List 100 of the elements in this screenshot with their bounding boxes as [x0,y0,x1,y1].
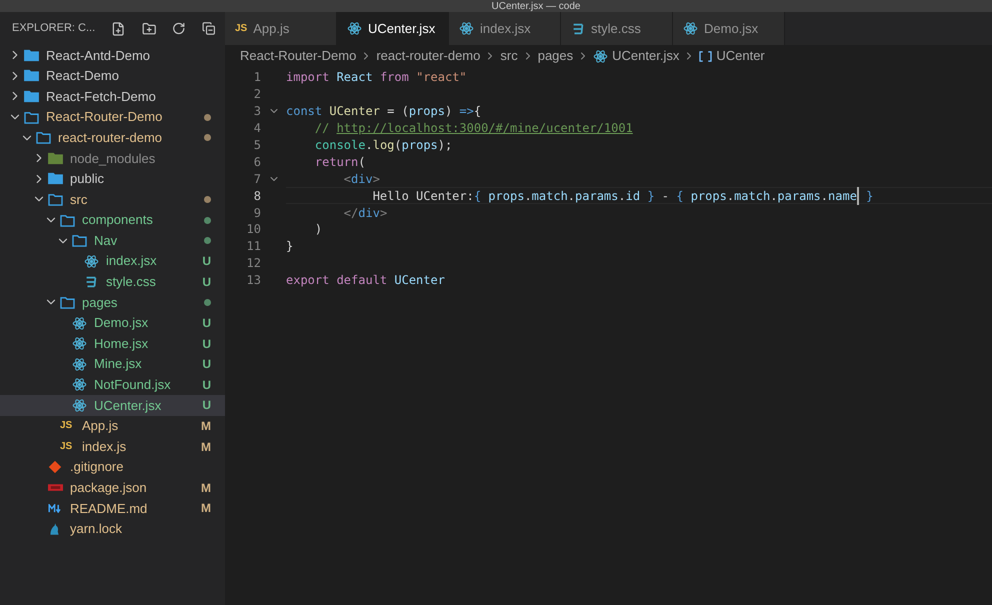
git-status: U [202,376,211,394]
breadcrumb-item[interactable]: UCenter.jsx [612,46,680,66]
atom-icon [72,398,87,413]
code-line: // http://localhost:3000/#/mine/ucenter/1001 [314,120,634,137]
atom-icon [593,48,608,64]
breadcrumb-item[interactable]: src [500,46,518,66]
tree-item[interactable]: yarn.lock [0,518,225,540]
refresh-icon[interactable] [172,21,186,36]
tree-item[interactable]: pages [0,292,225,313]
git-status: U [202,253,211,270]
folder-icon [36,131,51,144]
js-file-icon: JS [60,420,72,431]
tree-item[interactable]: package.json M [0,477,225,498]
editor-tab[interactable]: UCenter.jsx [337,12,449,45]
editor-tab[interactable]: Demo.jsx [673,12,785,45]
tree-item[interactable]: React-Fetch-Demo [0,86,225,107]
git-status: U [202,274,211,291]
tree-item[interactable]: React-Antd-Demo [0,45,225,66]
file-name: src [70,190,88,209]
package-icon [48,484,63,492]
new-folder-icon[interactable] [142,20,156,36]
collapse-icon[interactable] [202,21,216,36]
markdown-icon [48,504,63,513]
file-name: App.js [82,417,118,436]
breadcrumb-item[interactable]: react-router-demo [376,46,480,66]
line-number: 3 [252,103,261,120]
code-line: console.log(props); [314,137,454,154]
tree-item[interactable]: Home.jsx U [0,333,225,354]
git-status: U [202,315,211,332]
tree-item[interactable]: react-router-demo [0,127,225,148]
tree-item[interactable]: public [0,168,225,190]
line-number: 4 [252,120,261,138]
tree-item[interactable]: node_modules [0,148,225,169]
file-name: NotFound.jsx [94,376,171,394]
line-number: 7 [252,170,261,188]
folder-icon [60,296,75,309]
editor-tab[interactable]: index.jsx [449,12,561,45]
file-name: style.css [106,273,156,292]
file-name: package.json [70,479,147,498]
file-name: UCenter.jsx [94,396,162,415]
file-name: React-Antd-Demo [46,46,150,65]
folder-icon [60,214,75,227]
explorer-title: EXPLORER: C... [12,21,96,36]
tree-item[interactable]: JS App.js M [0,416,225,436]
code-line: </div> [342,204,388,222]
code-line: import React from "react" [286,69,468,86]
atom-icon [84,254,99,269]
tree-item[interactable]: Nav [0,230,225,251]
breadcrumb-item[interactable]: UCenter [716,46,765,66]
git-status: U [202,336,211,353]
line-number: 5 [252,137,261,154]
tree-item[interactable]: components [0,210,225,230]
tree-item[interactable]: Demo.jsx U [0,312,225,334]
file-name: pages [82,294,118,312]
line-number: 11 [246,238,261,256]
git-status: U [202,356,211,374]
css-file-icon [571,22,585,36]
js-file-icon: JS [235,24,248,34]
new-file-icon[interactable] [111,20,126,36]
editor-tab[interactable]: JS App.js [225,12,337,45]
file-name: Demo.jsx [94,314,148,332]
atom-icon [72,377,87,392]
git-status: M [201,500,211,518]
tree-item[interactable]: React-Demo [0,66,225,86]
tree-item[interactable]: src [0,189,225,210]
git-status: U [202,397,211,414]
tree-item[interactable]: README.md M [0,498,225,519]
tree-item[interactable]: Mine.jsx U [0,354,225,374]
code-line: return( [314,154,366,170]
folder-icon [48,192,63,206]
code-line: ) [314,221,324,238]
file-name: node_modules [70,150,156,168]
atom-icon [72,336,87,352]
atom-icon [72,316,87,331]
tree-item[interactable]: index.jsx U [0,250,225,272]
tree-item[interactable]: JS index.js M [0,436,225,457]
breadcrumb-item[interactable]: React-Router-Demo [240,46,356,66]
atom-icon [683,21,698,36]
file-name: components [82,211,153,230]
line-number: 9 [252,204,261,222]
js-file-icon: JS [60,442,72,452]
line-number: 12 [246,255,261,272]
tree-item[interactable]: NotFound.jsx U [0,374,225,396]
line-number: 2 [252,86,261,104]
brackets-icon [699,50,712,62]
code-line: const UCenter = (props) =>{ [286,103,482,120]
file-name: Home.jsx [94,334,148,353]
file-name: index.jsx [106,252,157,270]
folder-icon [24,110,39,124]
git-status: M [201,438,211,456]
tree-item[interactable]: UCenter.jsx U [0,395,225,416]
line-number: 13 [246,272,261,290]
code-line: } [286,238,294,255]
tree-item[interactable]: React-Router-Demo [0,106,225,128]
tree-item[interactable]: .gitignore [0,456,225,478]
breadcrumb-item[interactable]: pages [538,46,574,66]
window-title: UCenter.jsx — code [492,0,580,12]
folder-icon [24,90,39,103]
tree-item[interactable]: style.css U [0,272,225,292]
editor-tab[interactable]: style.css [561,12,673,45]
